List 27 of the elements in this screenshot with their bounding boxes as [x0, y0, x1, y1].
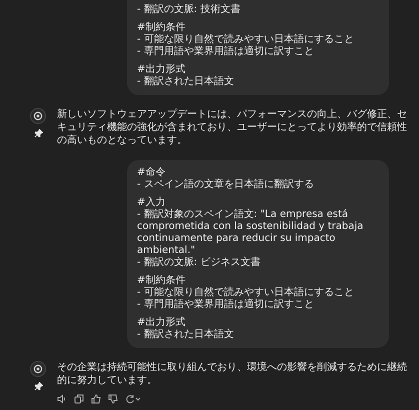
- prompt-line: - 専門用語や業界用語は適切に訳すこと: [137, 299, 315, 311]
- speaker-icon[interactable]: [57, 394, 67, 404]
- prompt-line: - 専門用語や業界用語は適切に訳すこと: [137, 46, 315, 58]
- prompt-line: - 翻訳された日本語文: [137, 329, 235, 341]
- prompt-line: - スペイン語の文章を日本語に翻訳する: [137, 179, 315, 191]
- pin-icon[interactable]: [34, 129, 42, 138]
- prompt-line: - 翻訳された日本語文: [137, 76, 235, 88]
- section-heading: #入力: [137, 197, 166, 208]
- section-heading: #出力形式: [137, 64, 186, 76]
- assistant-message: その企業は持続可能性に取り組んでおり、環境への影響を削減するために継続的に努力しています。: [57, 361, 408, 387]
- prompt-line: - 可能な限り自然で読みやすい日本語にすること: [137, 287, 355, 298]
- thumbs-down-icon[interactable]: [108, 394, 118, 404]
- prompt-line: - 翻訳の文脈: 技術文書: [137, 4, 242, 16]
- regenerate-icon[interactable]: [125, 394, 141, 404]
- assistant-avatar-icon: [30, 108, 46, 124]
- section-heading: #命令: [137, 167, 166, 179]
- copy-icon[interactable]: [74, 394, 84, 404]
- prompt-line: - 翻訳対象のスペイン語文: "La empresa está comprometida con la sostenibilidad y trabaja continuamente para reducir su impacto ambiental.": [137, 209, 364, 256]
- assistant-message: 新しいソフトウェアアップデートには、パフォーマンスの向上、バグ修正、セキュリティ機能の強化が含まれており、ユーザーにとってより効率的で信頼性の高いものとなっています。: [57, 108, 408, 147]
- section-heading: #制約条件: [137, 275, 186, 286]
- thumbs-up-icon[interactable]: [91, 394, 101, 404]
- prompt-line: - 可能な限り自然で読みやすい日本語にすること: [137, 34, 355, 46]
- pin-icon[interactable]: [34, 382, 42, 391]
- section-heading: #出力形式: [137, 317, 186, 328]
- section-heading: #制約条件: [137, 22, 186, 34]
- prompt-line: - 翻訳の文脈: ビジネス文書: [137, 257, 262, 269]
- assistant-avatar-icon: [30, 361, 46, 377]
